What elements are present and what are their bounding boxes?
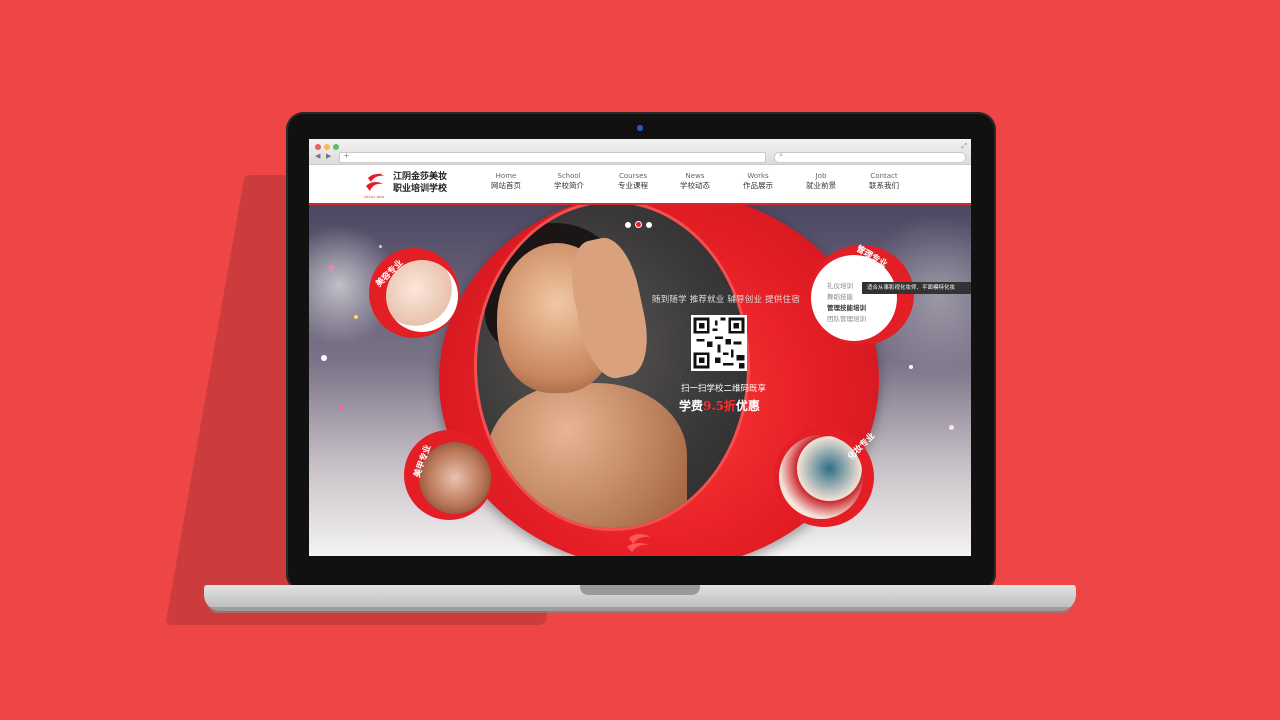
slide-dot-1[interactable] [625, 222, 631, 228]
close-window-button[interactable] [315, 144, 321, 150]
sparkle [321, 355, 327, 361]
fee-suffix: 优惠 [735, 399, 760, 413]
nav-item-job[interactable]: Job 就业前景 [796, 172, 846, 191]
slide-dot-2[interactable] [635, 221, 642, 228]
nav-zh: 联系我们 [869, 181, 899, 190]
banner-tagline: 随到随学 推荐就业 辅导创业 提供住宿 [652, 295, 800, 305]
nav-en: Courses [618, 172, 648, 180]
minimize-window-button[interactable] [324, 144, 330, 150]
laptop-notch [580, 585, 700, 595]
school-name-line1: 江阴金莎美妆 [393, 172, 448, 182]
nav-en: Contact [870, 172, 898, 180]
management-course-list: 礼仪培训 舞蹈技能 管理技能培训 团队管理培训 [827, 281, 866, 325]
nav-item-works[interactable]: Works 作品展示 [733, 172, 783, 191]
maximize-window-button[interactable] [333, 144, 339, 150]
fee-discount-text: 学费9.5折优惠 [679, 397, 760, 414]
school-logo-icon [366, 173, 384, 191]
nav-en: Home [495, 172, 517, 180]
nav-zh: 专业课程 [618, 181, 648, 190]
laptop-base-shadow [210, 607, 1070, 613]
fee-discount: 9.5折 [703, 399, 736, 413]
sparkle [354, 315, 358, 319]
school-name-line2: 职业培训学校 [393, 184, 448, 194]
sparkle [909, 365, 913, 369]
hero-banner: 随到随学 推荐就业 辅导创业 提供住宿 扫一扫学校二维码既享 学费9.5折优惠 [309, 205, 971, 556]
ring-logo-icon [627, 534, 650, 552]
nav-zh: 学校动态 [680, 181, 710, 190]
fullscreen-icon[interactable]: ⤢ [961, 142, 967, 151]
course-tooltip: 适合从事影视化妆师、平面模特化妆 [862, 282, 971, 294]
nav-en: Works [747, 172, 769, 180]
course-item-active[interactable]: 管理技能培训 [827, 303, 866, 314]
scan-qr-text: 扫一扫学校二维码既享 [681, 384, 767, 394]
course-item[interactable]: 团队管理培训 [827, 314, 866, 325]
sparkle [949, 425, 954, 430]
browser-search-input[interactable]: ⌕ [774, 151, 966, 163]
fee-prefix: 学费 [679, 399, 704, 413]
nav-zh: 学校简介 [554, 181, 584, 190]
nav-en: Job [815, 172, 827, 180]
school-name[interactable]: 江阴金莎美妆 职业培训学校 [393, 171, 447, 195]
nav-item-news[interactable]: News 学校动态 [670, 172, 720, 191]
nav-en: News [685, 172, 705, 180]
forward-arrow-icon[interactable]: ▶ [326, 152, 331, 160]
sparkle [339, 405, 344, 410]
back-arrow-icon[interactable]: ◀ [315, 152, 320, 160]
course-item[interactable]: 礼仪培训 [827, 281, 866, 292]
new-tab-icon: + [343, 151, 350, 160]
nav-zh: 作品展示 [743, 181, 773, 190]
nav-item-contact[interactable]: Contact 联系我们 [859, 172, 909, 191]
nav-item-school[interactable]: School 学校简介 [544, 172, 594, 191]
nav-item-home[interactable]: Home 网站首页 [481, 172, 531, 191]
nav-item-courses[interactable]: Courses 专业课程 [608, 172, 658, 191]
search-icon: ⌕ [779, 151, 783, 159]
sparkle [329, 265, 334, 270]
model-shoulder [487, 383, 687, 528]
nav-zh: 就业前景 [806, 181, 836, 190]
slide-dot-3[interactable] [646, 222, 652, 228]
nav-en: School [557, 172, 581, 180]
slider-pagination [625, 213, 656, 232]
qr-code [691, 315, 747, 371]
camera-icon [637, 125, 643, 131]
course-item[interactable]: 舞蹈技能 [827, 292, 866, 303]
sparkle [379, 245, 382, 248]
site-header: JINSHA NEW 江阴金莎美妆 职业培训学校 Home 网站首页 School… [309, 165, 971, 205]
nav-zh: 网站首页 [491, 181, 521, 190]
logo-subtitle: JINSHA NEW [364, 195, 385, 199]
address-bar[interactable]: + [339, 151, 766, 163]
laptop-screen: ◀ ▶ + ⌕ ⤢ JINSHA NEW 江阴金莎美妆 职业培训学校 Home 网… [309, 139, 971, 556]
browser-toolbar: ◀ ▶ + ⌕ ⤢ [309, 139, 971, 165]
